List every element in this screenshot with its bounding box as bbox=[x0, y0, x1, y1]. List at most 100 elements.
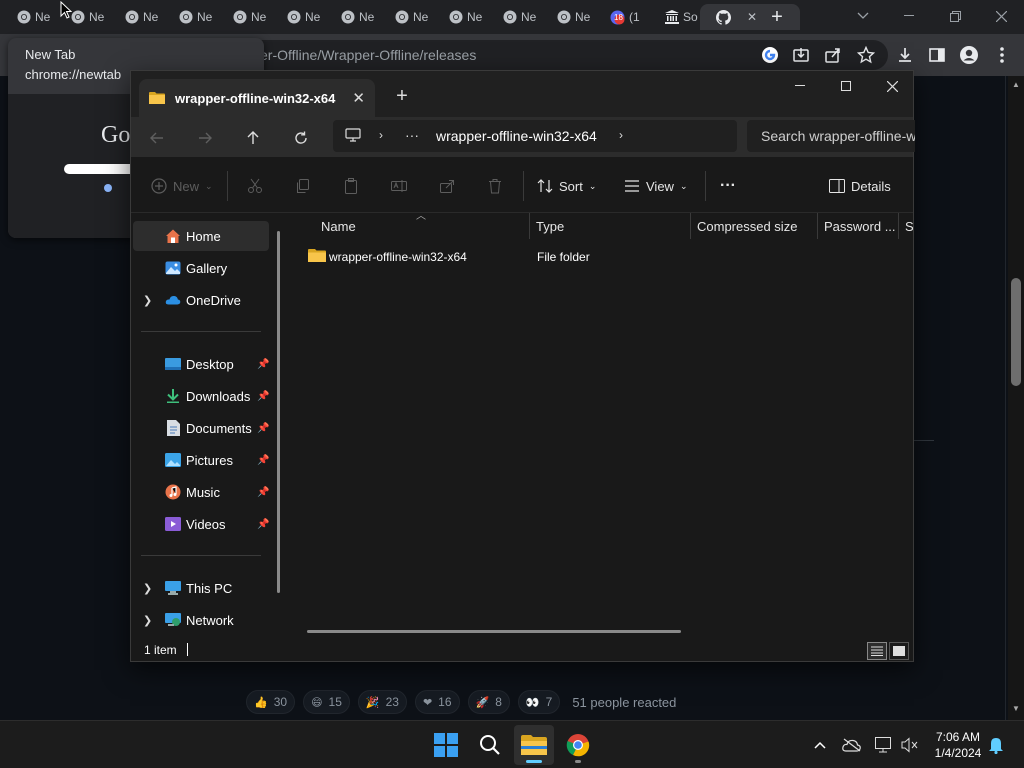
expand-chevron-icon[interactable]: ❯ bbox=[143, 582, 152, 595]
pin-icon[interactable]: 📌 bbox=[257, 519, 269, 530]
column-header-type[interactable]: Type bbox=[530, 213, 690, 241]
expand-chevron-icon[interactable]: ❯ bbox=[143, 294, 152, 307]
bookmark-star-icon[interactable] bbox=[855, 44, 877, 66]
browser-tab[interactable]: Ne bbox=[378, 4, 430, 30]
tab-search-chevron-icon[interactable] bbox=[840, 0, 886, 32]
tiles-view-icon[interactable] bbox=[889, 642, 909, 660]
browser-tab[interactable]: So bbox=[648, 4, 700, 30]
explorer-maximize-button[interactable] bbox=[823, 71, 869, 101]
browser-tab[interactable]: Ne bbox=[540, 4, 592, 30]
file-row[interactable]: wrapper-offline-win32-x64 File folder bbox=[289, 243, 889, 273]
google-lens-icon[interactable] bbox=[759, 44, 781, 66]
column-header-size[interactable]: Si bbox=[899, 213, 913, 241]
column-header-name[interactable]: Name bbox=[315, 213, 529, 241]
nav-item-desktop[interactable]: Desktop 📌 bbox=[133, 349, 269, 379]
breadcrumb-chevron-icon[interactable]: › bbox=[379, 128, 383, 142]
view-button[interactable]: View ⌄ bbox=[624, 173, 688, 199]
pin-icon[interactable]: 📌 bbox=[257, 423, 269, 434]
explorer-new-tab-button[interactable]: + bbox=[389, 83, 415, 109]
chrome-taskbar-button[interactable] bbox=[558, 725, 598, 765]
pin-icon[interactable]: 📌 bbox=[257, 455, 269, 466]
nav-item-downloads[interactable]: Downloads 📌 bbox=[133, 381, 269, 411]
file-explorer-taskbar-button[interactable] bbox=[514, 725, 554, 765]
reaction-button[interactable]: 😄 15 bbox=[303, 690, 350, 714]
pin-icon[interactable]: 📌 bbox=[257, 359, 269, 370]
paste-icon[interactable] bbox=[343, 173, 359, 199]
system-clock[interactable]: 7:06 AM 1/4/2024 bbox=[928, 729, 988, 761]
delete-icon[interactable] bbox=[487, 173, 503, 199]
breadcrumb-more[interactable]: ··· bbox=[405, 127, 419, 143]
nav-item-music[interactable]: Music 📌 bbox=[133, 477, 269, 507]
column-header-compressed-size[interactable]: Compressed size bbox=[691, 213, 817, 241]
share-icon[interactable] bbox=[439, 173, 455, 199]
nav-item-home[interactable]: Home bbox=[133, 221, 269, 251]
notification-bell-icon[interactable] bbox=[986, 735, 1006, 755]
new-button[interactable]: New ⌄ bbox=[151, 173, 213, 199]
start-button[interactable] bbox=[426, 725, 466, 765]
close-tab-icon[interactable]: ✕ bbox=[352, 89, 365, 107]
nav-item-videos[interactable]: Videos 📌 bbox=[133, 509, 269, 539]
browser-tab[interactable]: Ne bbox=[324, 4, 376, 30]
details-pane-button[interactable]: Details bbox=[829, 173, 891, 199]
profile-avatar-icon[interactable] bbox=[958, 44, 980, 66]
refresh-icon[interactable] bbox=[287, 125, 315, 151]
pin-icon[interactable]: 📌 bbox=[257, 487, 269, 498]
browser-tab[interactable]: 18 (1 bbox=[594, 4, 646, 30]
browser-menu-icon[interactable] bbox=[991, 44, 1013, 66]
breadcrumb-current[interactable]: wrapper-offline-win32-x64 bbox=[436, 128, 597, 144]
reaction-button[interactable]: 🚀 8 bbox=[467, 690, 510, 714]
install-app-icon[interactable] bbox=[790, 44, 812, 66]
details-view-icon[interactable] bbox=[867, 642, 887, 660]
file-list-horizontal-scrollbar[interactable] bbox=[307, 630, 681, 633]
search-button[interactable] bbox=[470, 725, 510, 765]
browser-tab[interactable]: Ne bbox=[216, 4, 268, 30]
explorer-minimize-button[interactable] bbox=[777, 71, 823, 101]
browser-tab[interactable]: Ne bbox=[486, 4, 538, 30]
page-scrollbar[interactable]: ▲ ▼ bbox=[1008, 76, 1024, 720]
share-icon[interactable] bbox=[822, 44, 844, 66]
reaction-button[interactable]: 👍 30 bbox=[246, 690, 296, 714]
nav-item-pictures[interactable]: Pictures 📌 bbox=[133, 445, 269, 475]
scroll-down-arrow-icon[interactable]: ▼ bbox=[1012, 704, 1020, 713]
see-more-button[interactable]: ··· bbox=[720, 173, 736, 199]
nav-item-onedrive[interactable]: ❯ OneDrive bbox=[133, 285, 269, 315]
forward-arrow-icon[interactable] bbox=[191, 125, 219, 151]
page-scrollbar-thumb[interactable] bbox=[1011, 278, 1021, 386]
copy-icon[interactable] bbox=[295, 173, 311, 199]
show-hidden-icons-chevron-icon[interactable] bbox=[810, 735, 830, 755]
browser-tab[interactable]: Ne bbox=[0, 4, 52, 30]
browser-minimize-button[interactable] bbox=[886, 0, 932, 32]
back-arrow-icon[interactable] bbox=[143, 125, 171, 151]
nav-item-this-pc[interactable]: ❯ This PC bbox=[133, 573, 269, 603]
browser-tab[interactable]: Ne bbox=[108, 4, 160, 30]
reaction-button[interactable]: 🎉 23 bbox=[357, 690, 407, 714]
nav-item-network[interactable]: ❯ Network bbox=[133, 605, 269, 635]
sort-button[interactable]: Sort ⌄ bbox=[537, 173, 596, 199]
browser-restore-button[interactable] bbox=[932, 0, 978, 32]
nav-pane-scrollbar[interactable] bbox=[277, 231, 280, 593]
explorer-search-box[interactable]: Search wrapper-offline-w bbox=[747, 120, 915, 152]
downloads-icon[interactable] bbox=[894, 44, 916, 66]
explorer-close-button[interactable] bbox=[869, 71, 915, 101]
volume-muted-icon[interactable] bbox=[900, 735, 920, 755]
column-header-password[interactable]: Password ... bbox=[818, 213, 898, 241]
browser-tab[interactable]: Ne bbox=[432, 4, 484, 30]
nav-item-gallery[interactable]: Gallery bbox=[133, 253, 269, 283]
explorer-tab[interactable]: wrapper-offline-win32-x64 ✕ bbox=[139, 79, 375, 117]
explorer-address-bar[interactable]: › ··· wrapper-offline-win32-x64 › bbox=[333, 120, 737, 152]
up-arrow-icon[interactable] bbox=[239, 125, 267, 151]
expand-chevron-icon[interactable]: ❯ bbox=[143, 614, 152, 627]
browser-close-button[interactable] bbox=[978, 0, 1024, 32]
onedrive-offline-icon[interactable] bbox=[842, 735, 862, 755]
reaction-button[interactable]: 👀 7 bbox=[517, 690, 561, 714]
nav-item-documents[interactable]: Documents 📌 bbox=[133, 413, 269, 443]
browser-tab[interactable]: Ne bbox=[270, 4, 322, 30]
close-tab-icon[interactable]: ✕ bbox=[747, 10, 757, 24]
side-panel-icon[interactable] bbox=[926, 44, 948, 66]
browser-tab[interactable]: Ne bbox=[162, 4, 214, 30]
pin-icon[interactable]: 📌 bbox=[257, 391, 269, 402]
network-disconnected-icon[interactable] bbox=[874, 735, 894, 755]
cut-icon[interactable] bbox=[247, 173, 263, 199]
breadcrumb-chevron-icon[interactable]: › bbox=[619, 128, 623, 142]
scroll-up-arrow-icon[interactable]: ▲ bbox=[1012, 80, 1020, 89]
